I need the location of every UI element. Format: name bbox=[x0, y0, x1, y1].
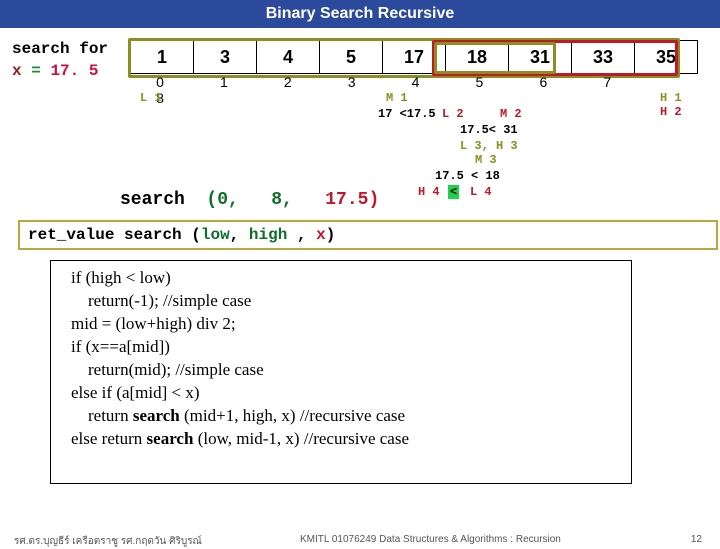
code-l1: if (high < low) bbox=[71, 267, 621, 290]
idx-0: 0 bbox=[130, 74, 190, 90]
code-l6: else if (a[mid] < x) bbox=[71, 382, 621, 405]
label-L2: L 2 bbox=[442, 108, 464, 121]
ret-open: ( bbox=[191, 226, 201, 244]
ret-high: high bbox=[249, 226, 287, 244]
label-L1: L 1 bbox=[140, 92, 162, 105]
search-for-label: search for bbox=[12, 40, 108, 58]
code-l3: mid = (low+high) div 2; bbox=[71, 313, 621, 336]
title-bar: Binary Search Recursive bbox=[0, 0, 720, 28]
ret-fn: search bbox=[124, 226, 182, 244]
idx-1: 1 bbox=[194, 74, 254, 90]
x-assignment: x = 17. 5 bbox=[12, 62, 98, 80]
code-l4: if (x==a[mid]) bbox=[71, 336, 621, 359]
label-M3: M 3 bbox=[475, 154, 497, 167]
ret-lhs: ret_value bbox=[28, 226, 114, 244]
x-value: 17. 5 bbox=[50, 62, 98, 80]
code-l7b: search bbox=[133, 406, 180, 425]
idx-3: 3 bbox=[322, 74, 382, 90]
index-row: 0 1 2 3 4 5 6 7 8 bbox=[130, 74, 690, 106]
ret-x: x bbox=[316, 226, 326, 244]
idx-7: 7 bbox=[577, 74, 637, 90]
label-M2: M 2 bbox=[500, 108, 522, 121]
label-H2: H 2 bbox=[660, 106, 682, 119]
idx-5: 5 bbox=[449, 74, 509, 90]
ret-low: low bbox=[201, 226, 230, 244]
call-arg2: 8, bbox=[271, 190, 293, 210]
code-l7a: return bbox=[71, 406, 133, 425]
label-H1: H 1 bbox=[660, 92, 682, 105]
ret-c1: , bbox=[230, 226, 240, 244]
lt-highlight: < bbox=[448, 185, 459, 199]
cmp-3: 17.5 < 18 bbox=[435, 170, 500, 183]
label-H4: H 4 bbox=[418, 186, 440, 199]
call-arg3: 17.5) bbox=[325, 190, 379, 210]
label-M1: M 1 bbox=[386, 92, 408, 105]
x-symbol: x bbox=[12, 62, 22, 80]
code-l8c: (low, mid-1, x) //recursive case bbox=[193, 429, 409, 448]
range-box-3 bbox=[434, 42, 556, 74]
code-l8a: else return bbox=[71, 429, 147, 448]
cmp-1: 17 <17.5 bbox=[378, 108, 436, 121]
idx-6: 6 bbox=[513, 74, 573, 90]
label-L3H3: L 3, H 3 bbox=[460, 140, 518, 153]
code-l7: return search (mid+1, high, x) //recursi… bbox=[71, 405, 621, 428]
code-l8: else return search (low, mid-1, x) //rec… bbox=[71, 428, 621, 451]
code-l5: return(mid); //simple case bbox=[71, 359, 621, 382]
footer-left: รศ.ดร.บุญธีร์ เครือตราชู รศ.กฤตวัน ศิริบ… bbox=[14, 534, 202, 549]
ret-close: ) bbox=[326, 226, 336, 244]
ret-c2: , bbox=[297, 226, 307, 244]
code-l8b: search bbox=[147, 429, 194, 448]
code-l2: return(-1); //simple case bbox=[71, 290, 621, 313]
lt-box: < bbox=[448, 186, 459, 199]
cmp-2: 17.5< 31 bbox=[460, 124, 518, 137]
code-l7c: (mid+1, high, x) //recursive case bbox=[180, 406, 405, 425]
call-arg1: (0, bbox=[206, 190, 238, 210]
call-fn: search bbox=[120, 190, 185, 210]
idx-2: 2 bbox=[258, 74, 318, 90]
idx-4: 4 bbox=[386, 74, 446, 90]
search-call: search (0, 8, 17.5) bbox=[120, 190, 379, 210]
return-signature: ret_value search (low, high , x) bbox=[18, 220, 718, 250]
page-title: Binary Search Recursive bbox=[266, 5, 455, 22]
equals-sign: = bbox=[31, 62, 41, 80]
pseudocode-box: if (high < low) return(-1); //simple cas… bbox=[50, 260, 632, 484]
label-L4: L 4 bbox=[470, 186, 492, 199]
